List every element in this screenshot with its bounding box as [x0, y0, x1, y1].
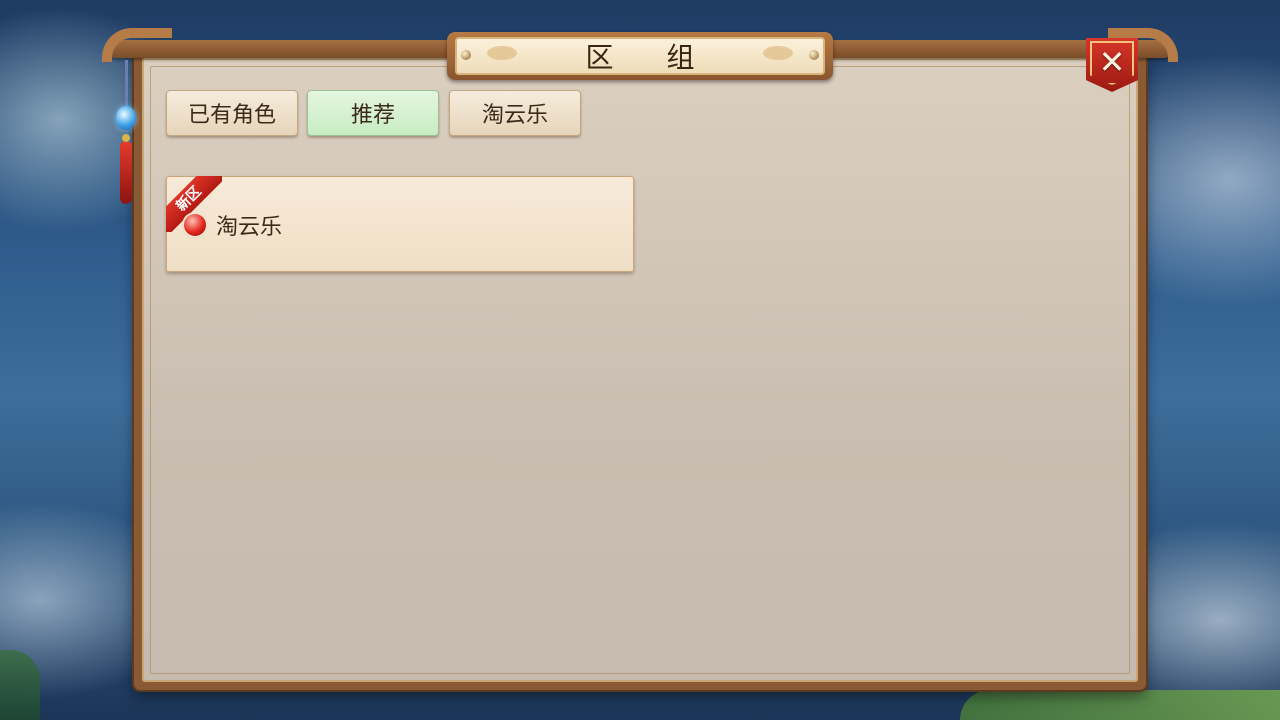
red-tassel — [120, 142, 132, 204]
dialog-title: 区 组 — [585, 41, 717, 74]
close-button[interactable]: ✕ — [1086, 38, 1138, 92]
title-plaque: 区 组 — [447, 32, 833, 80]
server-status-icon — [184, 214, 206, 236]
cloud-pattern-icon — [487, 46, 517, 60]
hanging-jade-ornament — [112, 60, 142, 210]
ornament-bead — [122, 134, 130, 142]
background-ground — [960, 690, 1280, 720]
tab-existing-characters[interactable]: 已有角色 — [166, 90, 298, 136]
server-name: 淘云乐 — [216, 215, 283, 240]
tab-label: 淘云乐 — [481, 103, 548, 128]
tab-server-group[interactable]: 淘云乐 — [449, 90, 581, 136]
title-stud-left — [461, 50, 471, 60]
tab-label: 推荐 — [350, 103, 395, 128]
panel-content-area — [142, 58, 1138, 682]
jade-gem-icon — [116, 106, 136, 130]
ornament-cord — [125, 60, 128, 108]
server-select-panel — [134, 48, 1146, 690]
tab-recommended[interactable]: 推荐 — [307, 90, 439, 136]
cloud-pattern-icon — [763, 46, 793, 60]
title-stud-right — [809, 50, 819, 60]
close-icon: ✕ — [1098, 43, 1126, 81]
tab-label: 已有角色 — [187, 103, 276, 128]
server-list-item[interactable]: 新区 淘云乐 — [166, 176, 634, 272]
